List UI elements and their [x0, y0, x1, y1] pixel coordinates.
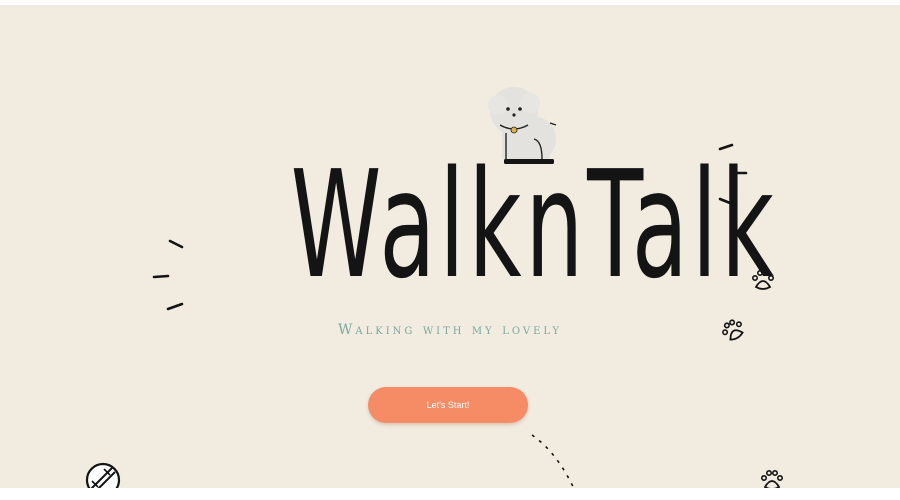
paw-print-icon: [759, 467, 785, 488]
dashed-walk-path: [528, 433, 588, 488]
lets-start-button[interactable]: Let's Start!: [368, 387, 528, 423]
landing-hero: WalknTalk Walking with my lovely Let's S…: [0, 5, 900, 488]
app-title: WalknTalk: [290, 139, 778, 311]
paw-print-icon: [720, 317, 746, 343]
app-subtitle: Walking with my lovely: [337, 322, 562, 338]
paw-print-icon: [750, 267, 776, 293]
left-sparkle-strokes: [150, 237, 190, 317]
right-sparkle-strokes: [714, 141, 754, 211]
ball-icon: [84, 461, 122, 488]
